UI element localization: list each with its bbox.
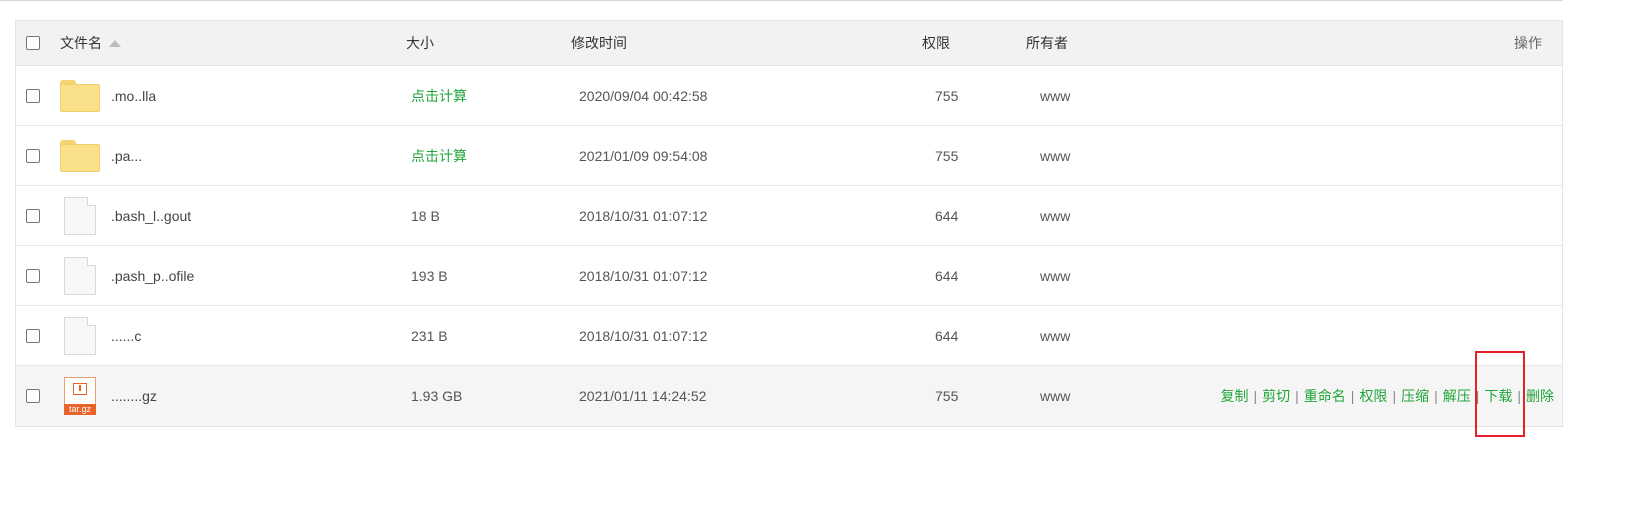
delete-action[interactable]: 删除 [1526,386,1554,406]
file-size: 1.93 GB [411,388,463,404]
file-icon[interactable] [64,316,96,355]
column-header-name-label: 文件名 [60,35,102,51]
row-actions: 复制 | 剪切 | 重命名 | 权限 | 压缩 | 解压 | 下载 | 删除 [1221,366,1554,426]
file-icon[interactable] [64,256,96,295]
column-header-permission[interactable]: 权限 [922,21,950,65]
file-name[interactable]: .pa... [111,126,142,185]
permission-value: 644 [935,267,959,284]
table-row[interactable]: .mo..lla 点击计算 2020/09/04 00:42:58 755 ww… [16,66,1562,126]
file-size: 18 B [411,207,440,224]
column-header-owner[interactable]: 所有者 [1026,21,1068,65]
row-checkbox[interactable] [26,208,40,223]
table-header: 文件名 大小 修改时间 权限 所有者 操作 [16,21,1562,66]
owner-value: www [1040,267,1071,284]
modified-time: 2021/01/11 14:24:52 [579,388,707,404]
row-checkbox[interactable] [26,389,40,403]
owner-value: www [1040,327,1071,344]
action-separator: | [1253,388,1258,404]
action-separator: | [1350,388,1355,404]
table-row[interactable]: .pash_p..ofile 193 B 2018/10/31 01:07:12… [16,246,1562,306]
permission-value: 644 [935,207,959,224]
file-icon[interactable] [64,196,96,235]
file-name[interactable]: ......c [111,306,141,365]
action-separator: | [1475,388,1480,404]
file-name[interactable]: .pash_p..ofile [111,246,194,305]
calc-size-link[interactable]: 点击计算 [411,66,467,125]
modified-time: 2018/10/31 01:07:12 [579,267,708,284]
compress-action[interactable]: 压缩 [1401,386,1429,406]
row-checkbox[interactable] [26,148,40,163]
permission-action[interactable]: 权限 [1359,386,1387,406]
download-action[interactable]: 下载 [1484,386,1512,406]
file-name[interactable]: .bash_l..gout [111,186,191,245]
archive-type-label: tar.gz [64,404,96,415]
column-header-size[interactable]: 大小 [406,21,434,65]
modified-time: 2021/01/09 09:54:08 [579,147,708,164]
calc-size-link[interactable]: 点击计算 [411,126,467,185]
table-row[interactable]: .bash_l..gout 18 B 2018/10/31 01:07:12 6… [16,186,1562,246]
column-header-modified[interactable]: 修改时间 [571,21,627,65]
rename-action[interactable]: 重命名 [1304,386,1346,406]
archive-icon[interactable]: tar.gz [64,377,96,415]
file-name[interactable]: .mo..lla [111,66,156,125]
owner-value: www [1040,388,1071,404]
cut-action[interactable]: 剪切 [1262,386,1290,406]
permission-value: 644 [935,327,959,344]
action-separator: | [1392,388,1397,404]
copy-action[interactable]: 复制 [1221,386,1249,406]
owner-value: www [1040,87,1071,104]
file-size: 193 B [411,267,448,284]
owner-value: www [1040,207,1071,224]
extract-action[interactable]: 解压 [1443,386,1471,406]
permission-value: 755 [935,87,959,104]
row-checkbox[interactable] [26,328,40,343]
select-all-checkbox[interactable] [26,36,40,50]
action-separator: | [1295,388,1299,404]
table-row[interactable]: ......c 231 B 2018/10/31 01:07:12 644 ww… [16,306,1562,366]
modified-time: 2020/09/04 00:42:58 [579,87,708,104]
table-row[interactable]: .pa... 点击计算 2021/01/09 09:54:08 755 www [16,126,1562,186]
modified-time: 2018/10/31 01:07:12 [579,327,708,344]
top-divider [0,0,1563,1]
folder-icon[interactable] [60,139,100,172]
permission-value: 755 [935,388,959,404]
column-header-name[interactable]: 文件名 [60,21,121,65]
row-checkbox[interactable] [26,88,40,103]
permission-value: 755 [935,147,959,164]
column-header-operations: 操作 [1514,35,1542,51]
row-checkbox[interactable] [26,268,40,283]
action-separator: | [1517,388,1521,404]
action-separator: | [1434,388,1438,404]
owner-value: www [1040,147,1071,164]
file-size: 231 B [411,327,448,344]
folder-icon[interactable] [60,79,100,112]
table-row[interactable]: tar.gz ........gz 1.93 GB 2021/01/11 14:… [16,366,1562,426]
sort-asc-icon[interactable] [109,39,121,47]
file-table: 文件名 大小 修改时间 权限 所有者 操作 .mo..lla 点击计算 2020… [15,20,1563,427]
modified-time: 2018/10/31 01:07:12 [579,207,708,224]
file-name[interactable]: ........gz [111,366,157,426]
